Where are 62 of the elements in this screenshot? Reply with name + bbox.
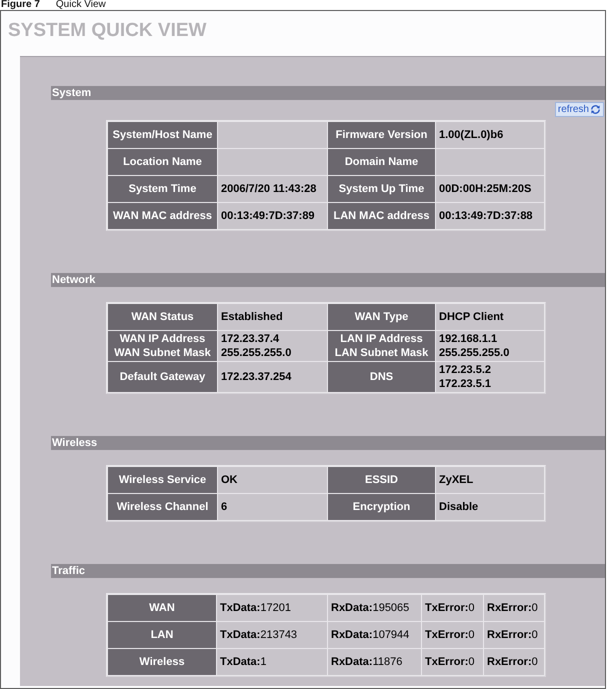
label-cell: Location Name bbox=[108, 149, 217, 175]
label-cell: WAN MAC address bbox=[108, 203, 217, 229]
figure-title: Quick View bbox=[56, 0, 106, 10]
value-cell: RxData:11876 bbox=[328, 649, 421, 675]
label-cell: ESSID bbox=[328, 467, 435, 493]
label-cell: System Up Time bbox=[328, 176, 435, 202]
value-cell: 172.23.37.254 bbox=[218, 362, 327, 392]
value-line: 192.168.1.1 bbox=[439, 332, 498, 346]
value-cell: 00:13:49:7D:37:88 bbox=[436, 203, 544, 229]
label-cell: DNS bbox=[328, 362, 435, 392]
label-cell: Default Gateway bbox=[108, 362, 217, 392]
section-header: Network bbox=[51, 273, 605, 287]
label-cell: LAN MAC address bbox=[328, 203, 435, 229]
value-cell: TxData:213743 bbox=[217, 622, 327, 648]
value-cell: 1.00(ZL.0)b6 bbox=[436, 122, 544, 148]
value-cell: TxError:0 bbox=[422, 595, 483, 621]
label-cell: Firmware Version bbox=[328, 122, 435, 148]
label-cell: System Time bbox=[108, 176, 217, 202]
value-cell: TxError:0 bbox=[422, 649, 483, 675]
section-header: System bbox=[51, 86, 605, 100]
value-cell: TxData:1 bbox=[217, 649, 327, 675]
label-cell: Wireless bbox=[108, 649, 216, 675]
value-line: 172.23.5.2 bbox=[439, 363, 492, 377]
value-cell: Disable bbox=[436, 494, 544, 520]
label-cell: Encryption bbox=[328, 494, 435, 520]
label-cell: WAN Status bbox=[108, 304, 217, 330]
label-cell: Domain Name bbox=[328, 149, 435, 175]
value-cell: 6 bbox=[218, 494, 327, 520]
value-cell: DHCP Client bbox=[436, 304, 544, 330]
value-cell: RxError:0 bbox=[484, 649, 544, 675]
label-cell: LAN bbox=[108, 622, 216, 648]
refresh-icon bbox=[590, 104, 601, 115]
value-cell: ZyXEL bbox=[436, 467, 544, 493]
value-line: 172.23.37.4 bbox=[221, 332, 280, 346]
value-cell: RxError:0 bbox=[484, 595, 544, 621]
value-cell: OK bbox=[218, 467, 327, 493]
value-cell: TxError:0 bbox=[422, 622, 483, 648]
value-cell: RxError:0 bbox=[484, 622, 544, 648]
label-line: LAN Subnet Mask bbox=[334, 346, 430, 360]
value-cell: 00D:00H:25M:20S bbox=[436, 176, 544, 202]
value-cell: RxData:195065 bbox=[328, 595, 421, 621]
value-cell: Established bbox=[218, 304, 327, 330]
label-cell: System/Host Name bbox=[108, 122, 217, 148]
value-cell: 00:13:49:7D:37:89 bbox=[218, 203, 327, 229]
refresh-link[interactable]: refresh bbox=[554, 102, 604, 117]
value-cell: 2006/7/20 11:43:28 bbox=[218, 176, 327, 202]
section-header: Wireless bbox=[51, 436, 605, 450]
section-header: Traffic bbox=[51, 564, 605, 578]
value-cell: RxData:107944 bbox=[328, 622, 421, 648]
page-title: SYSTEM QUICK VIEW bbox=[8, 20, 206, 42]
label-line: WAN IP Address bbox=[118, 332, 206, 346]
label-cell: WAN bbox=[108, 595, 216, 621]
label-cell: Wireless Channel bbox=[108, 494, 217, 520]
value-line: 255.255.255.0 bbox=[221, 346, 292, 360]
label-cell: WAN Type bbox=[328, 304, 435, 330]
value-line: 172.23.5.1 bbox=[439, 377, 492, 391]
label-cell: Wireless Service bbox=[108, 467, 217, 493]
label-line: WAN Subnet Mask bbox=[113, 346, 212, 360]
label-line: LAN IP Address bbox=[339, 332, 424, 346]
figure-number: Figure 7 bbox=[1, 0, 40, 10]
value-line: 255.255.255.0 bbox=[439, 346, 510, 360]
value-cell: TxData:17201 bbox=[217, 595, 327, 621]
